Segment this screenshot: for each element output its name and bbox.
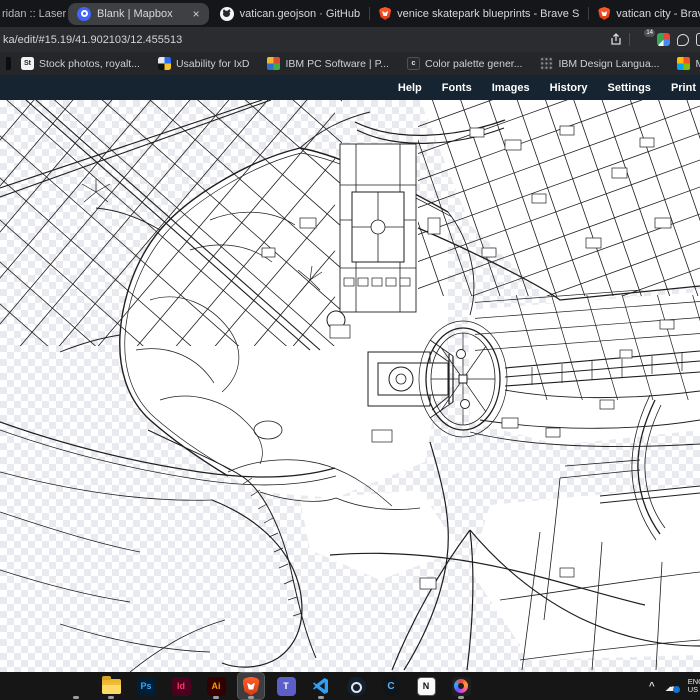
extension-outline-icon[interactable] bbox=[677, 34, 689, 46]
illustrator-icon: Ai bbox=[207, 677, 226, 696]
photoshop-icon: Ps bbox=[137, 677, 156, 696]
url-bar-icons: 14 bbox=[609, 32, 696, 47]
onedrive-icon[interactable]: ☁ bbox=[665, 680, 678, 693]
bookmark-ixd[interactable]: Usability for IxD bbox=[158, 57, 250, 70]
bookmark-label: Color palette gener... bbox=[425, 58, 522, 70]
running-indicator bbox=[248, 696, 254, 699]
running-indicator bbox=[213, 696, 219, 699]
start-icon bbox=[32, 677, 50, 695]
taskbar-creative-cloud-button[interactable] bbox=[448, 673, 474, 699]
taskbar-notion-button[interactable]: N bbox=[413, 673, 439, 699]
tab-label: vatican.geojson · GitHub bbox=[240, 8, 360, 20]
bookmark-palette[interactable]: c Color palette gener... bbox=[407, 57, 522, 70]
bookmark-ibmdesign[interactable]: IBM Design Langua... bbox=[540, 57, 659, 70]
taskbar-photoshop-button[interactable]: Ps bbox=[133, 673, 159, 699]
share-icon[interactable] bbox=[609, 33, 622, 46]
bookmark-label: IBM PC Software | P... bbox=[285, 58, 389, 70]
bookmark-ibmpc[interactable]: IBM PC Software | P... bbox=[267, 57, 389, 70]
explorer-icon bbox=[102, 679, 121, 694]
bookmark-st[interactable]: St Stock photos, royalt... bbox=[21, 57, 140, 70]
tab-close-icon[interactable]: × bbox=[193, 7, 200, 21]
mapbox-favicon bbox=[77, 7, 91, 21]
divider bbox=[629, 33, 630, 46]
browser-window: ridan :: Laser Fi Blank | Mapbox × vatic… bbox=[0, 0, 700, 700]
palette-bookmark-icon: c bbox=[407, 57, 420, 70]
taskbar-steam-button[interactable] bbox=[343, 673, 369, 699]
tray-chevron-icon[interactable]: ^ bbox=[649, 681, 655, 692]
notion-icon: N bbox=[417, 677, 436, 696]
language-indicator[interactable]: ENG US bbox=[688, 678, 700, 694]
github-favicon bbox=[220, 7, 234, 21]
bookmark-partial-icon[interactable] bbox=[6, 57, 11, 70]
brave-favicon bbox=[379, 7, 391, 20]
creative-cloud-icon bbox=[452, 677, 471, 696]
cinema4d-icon: C bbox=[382, 677, 401, 696]
running-indicator bbox=[458, 696, 464, 699]
running-indicator bbox=[108, 696, 114, 699]
url-text[interactable]: ka/edit/#15.19/41.902103/12.455513 bbox=[3, 34, 609, 46]
taskbar-start-button[interactable] bbox=[28, 673, 54, 699]
system-tray: ^ ☁ ENG US bbox=[649, 678, 700, 694]
tab-label: venice skatepark blueprints - Brave S bbox=[397, 8, 579, 20]
running-indicator bbox=[73, 696, 79, 699]
tab-partial-left[interactable]: ridan :: Laser Fi bbox=[0, 8, 66, 20]
ibmpc-bookmark-icon bbox=[267, 57, 280, 70]
mapbox-menu-print[interactable]: Print bbox=[671, 82, 696, 94]
taskbar-teams-button[interactable]: T bbox=[273, 673, 299, 699]
teams-icon: T bbox=[277, 677, 296, 696]
bookmark-label: IBM Design Langua... bbox=[558, 58, 659, 70]
map-canvas[interactable] bbox=[0, 100, 700, 672]
bookmark-windows[interactable]: Microsoft Windows... bbox=[677, 57, 700, 70]
tab-1[interactable]: vatican.geojson · GitHub bbox=[211, 3, 369, 25]
brave-icon bbox=[243, 677, 260, 696]
tab-2[interactable]: venice skatepark blueprints - Brave S bbox=[370, 3, 588, 25]
vscode-icon bbox=[312, 677, 331, 696]
windows-bookmark-icon bbox=[677, 57, 690, 70]
shield-badge: 14 bbox=[644, 29, 655, 37]
bookmark-label: Microsoft Windows... bbox=[695, 58, 700, 70]
figma-icon bbox=[69, 679, 84, 694]
windows-taskbar: Ps Id Ai T CN ^ ☁ ENG US bbox=[0, 672, 700, 700]
url-bar: ka/edit/#15.19/41.902103/12.455513 14 bbox=[0, 27, 700, 52]
taskbar-brave-button[interactable] bbox=[238, 673, 264, 699]
mapbox-menu-settings[interactable]: Settings bbox=[608, 82, 651, 94]
mapbox-menu-history[interactable]: History bbox=[550, 82, 588, 94]
brave-shield-icon[interactable]: 14 bbox=[637, 32, 650, 47]
bookmark-label: Stock photos, royalt... bbox=[39, 58, 140, 70]
taskbar-illustrator-button[interactable]: Ai bbox=[203, 673, 229, 699]
extension-screenshot-icon[interactable] bbox=[657, 33, 670, 46]
mapbox-menu-help[interactable]: Help bbox=[398, 82, 422, 94]
mapbox-menu-fonts[interactable]: Fonts bbox=[442, 82, 472, 94]
tab-label: vatican city - Brave Search bbox=[616, 8, 700, 20]
running-indicator bbox=[318, 696, 324, 699]
extension-partial-icon[interactable] bbox=[696, 33, 700, 46]
tab-bar: ridan :: Laser Fi Blank | Mapbox × vatic… bbox=[0, 0, 700, 27]
bookmark-label: Usability for IxD bbox=[176, 58, 250, 70]
taskbar-indesign-button[interactable]: Id bbox=[168, 673, 194, 699]
vatican-map-svg bbox=[0, 100, 700, 672]
language-line2: US bbox=[688, 685, 698, 694]
bookmarks-bar: St Stock photos, royalt... Usability for I… bbox=[0, 52, 700, 75]
taskbar-explorer-button[interactable] bbox=[98, 673, 124, 699]
steam-icon bbox=[347, 677, 366, 696]
taskbar-figma-button[interactable] bbox=[63, 673, 89, 699]
ixd-bookmark-icon bbox=[158, 57, 171, 70]
brave-favicon bbox=[598, 7, 610, 20]
ibmdesign-bookmark-icon bbox=[540, 57, 553, 70]
mapbox-toolbar: Help Fonts Images History Settings Print bbox=[0, 75, 700, 100]
st-bookmark-icon: St bbox=[21, 57, 34, 70]
mapbox-menu-images[interactable]: Images bbox=[492, 82, 530, 94]
tab-active-mapbox[interactable]: Blank | Mapbox × bbox=[68, 3, 209, 25]
tab-label: Blank | Mapbox bbox=[97, 8, 173, 20]
tab-3[interactable]: vatican city - Brave Search bbox=[589, 3, 700, 25]
indesign-icon: Id bbox=[172, 677, 191, 696]
taskbar-cinema4d-button[interactable]: C bbox=[378, 673, 404, 699]
taskbar-vscode-button[interactable] bbox=[308, 673, 334, 699]
